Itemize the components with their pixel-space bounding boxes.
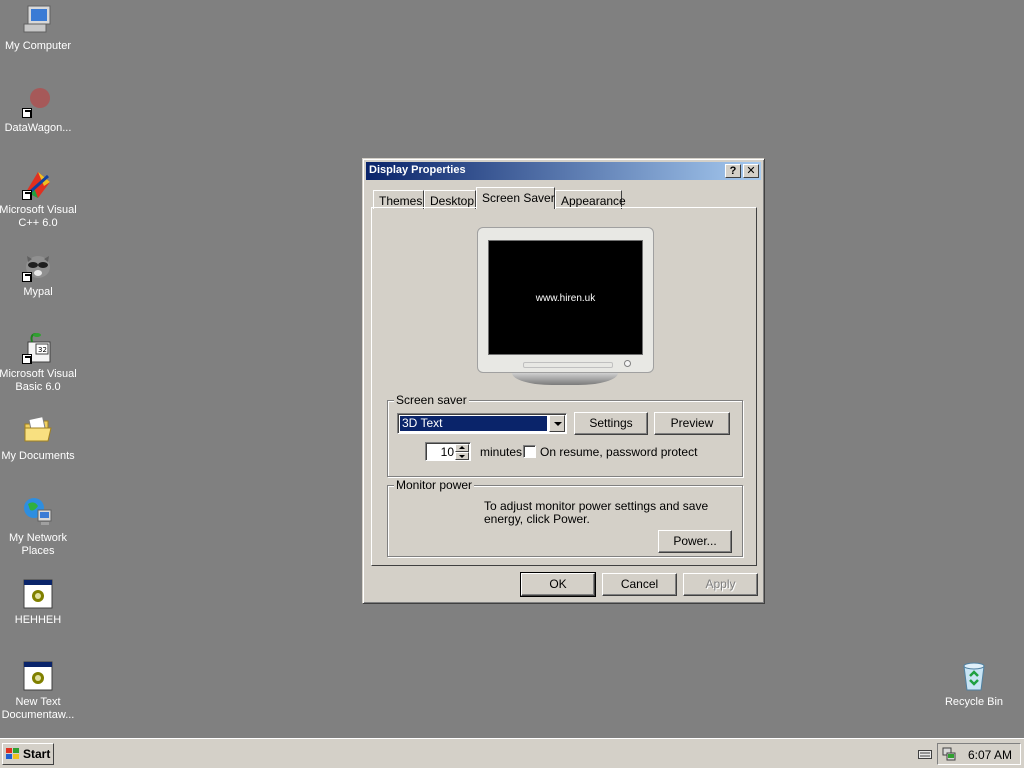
batch-file-icon bbox=[22, 660, 54, 692]
desktop-icon-label: My Network Places bbox=[8, 532, 68, 557]
monitor-stand bbox=[512, 373, 618, 385]
windows-logo-icon bbox=[6, 748, 20, 760]
desktop-icon-label: HEHHEH bbox=[14, 614, 62, 626]
shortcut-arrow-icon bbox=[22, 272, 32, 282]
desktop-icon-recycle-bin[interactable]: Recycle Bin bbox=[934, 660, 1014, 709]
screen-saver-select[interactable]: 3D Text bbox=[397, 413, 567, 434]
preview-button[interactable]: Preview bbox=[654, 412, 730, 435]
desktop-icon-label: Microsoft Visual C++ 6.0 bbox=[0, 204, 77, 229]
desktop-icon-label: DataWagon... bbox=[4, 122, 72, 134]
power-led-icon bbox=[624, 360, 631, 367]
raccoon-icon bbox=[22, 250, 54, 282]
desktop-icon-label: Recycle Bin bbox=[944, 696, 1004, 708]
desktop-icon-label: Microsoft Visual Basic 6.0 bbox=[0, 368, 77, 393]
spin-down-icon[interactable] bbox=[455, 452, 469, 460]
desktop-icon-label: My Documents bbox=[1, 450, 75, 462]
batch-file-icon bbox=[22, 578, 54, 610]
chevron-down-icon[interactable] bbox=[549, 415, 565, 432]
svg-text:32: 32 bbox=[38, 346, 47, 354]
close-button[interactable]: ✕ bbox=[743, 164, 759, 178]
window-titlebar[interactable]: Display Properties ? ✕ bbox=[366, 162, 761, 180]
system-tray: 6:07 AM bbox=[937, 743, 1021, 765]
start-label: Start bbox=[23, 747, 51, 761]
password-protect-label[interactable]: On resume, password protect bbox=[540, 445, 697, 459]
desktop-icon-mypal[interactable]: Mypal bbox=[0, 250, 78, 299]
ok-button[interactable]: OK bbox=[520, 572, 596, 597]
shortcut-arrow-icon bbox=[22, 108, 32, 118]
shortcut-arrow-icon bbox=[22, 190, 32, 200]
computer-icon bbox=[22, 4, 54, 36]
spin-up-icon[interactable] bbox=[455, 444, 469, 452]
apply-button[interactable]: Apply bbox=[683, 573, 758, 596]
taskbar: Start 6:07 AM bbox=[0, 738, 1024, 768]
display-properties-window: Display Properties ? ✕ Themes Desktop Sc… bbox=[362, 158, 765, 604]
screen-saver-select-value: 3D Text bbox=[400, 416, 547, 431]
visual-cpp-icon bbox=[22, 168, 54, 200]
desktop-icon-msvb[interactable]: 32 Microsoft Visual Basic 6.0 bbox=[0, 332, 78, 394]
desktop-icon-datawagon[interactable]: DataWagon... bbox=[0, 86, 78, 135]
start-button[interactable]: Start bbox=[2, 743, 54, 765]
monitor-power-description: To adjust monitor power settings and sav… bbox=[484, 499, 709, 526]
wait-minutes-spinner[interactable]: 10 bbox=[425, 442, 471, 461]
desktop-icon-my-network-places[interactable]: My Network Places bbox=[0, 496, 78, 558]
screen-saver-group: Screen saver 3D Text Settings Preview 10… bbox=[387, 393, 743, 477]
network-globe-icon bbox=[22, 496, 54, 528]
folder-icon bbox=[22, 414, 54, 446]
preview-screen: www.hiren.uk bbox=[488, 240, 643, 355]
window-title: Display Properties bbox=[369, 164, 466, 176]
monitor-preview: www.hiren.uk bbox=[477, 227, 654, 373]
cancel-button[interactable]: Cancel bbox=[602, 573, 677, 596]
help-button[interactable]: ? bbox=[725, 164, 741, 178]
desktop-icon-new-text-document[interactable]: New Text Documentaw... bbox=[0, 660, 78, 722]
keyboard-icon[interactable] bbox=[918, 748, 932, 762]
password-protect-checkbox[interactable] bbox=[523, 445, 536, 458]
minutes-label: minutes bbox=[480, 445, 523, 459]
desktop-icon-label: Mypal bbox=[23, 286, 53, 298]
screen-saver-panel: www.hiren.uk Screen saver 3D Text Settin… bbox=[371, 207, 757, 566]
desktop-icon-my-documents[interactable]: My Documents bbox=[0, 414, 78, 463]
settings-button[interactable]: Settings bbox=[574, 412, 648, 435]
shortcut-arrow-icon bbox=[22, 354, 32, 364]
desktop-icon-hehheh[interactable]: HEHHEH bbox=[0, 578, 78, 627]
network-connection-icon[interactable] bbox=[942, 747, 956, 761]
desktop-icon-label: New Text Documentaw... bbox=[1, 696, 75, 721]
recycle-bin-icon bbox=[958, 660, 990, 692]
wait-minutes-value: 10 bbox=[440, 445, 454, 459]
visual-basic-icon: 32 bbox=[22, 332, 54, 364]
desktop-icon-label: My Computer bbox=[4, 40, 72, 52]
datawagon-icon bbox=[22, 86, 54, 118]
monitor-vent bbox=[523, 362, 613, 368]
clock[interactable]: 6:07 AM bbox=[968, 748, 1012, 762]
desktop-icon-my-computer[interactable]: My Computer bbox=[0, 4, 78, 53]
monitor-power-group-label: Monitor power bbox=[394, 478, 475, 492]
screen-saver-group-label: Screen saver bbox=[394, 393, 469, 407]
power-button[interactable]: Power... bbox=[658, 530, 732, 553]
monitor-power-group: Monitor power To adjust monitor power se… bbox=[387, 478, 743, 557]
tab-screen-saver[interactable]: Screen Saver bbox=[476, 187, 555, 209]
desktop-icon-msvc[interactable]: Microsoft Visual C++ 6.0 bbox=[0, 168, 78, 230]
